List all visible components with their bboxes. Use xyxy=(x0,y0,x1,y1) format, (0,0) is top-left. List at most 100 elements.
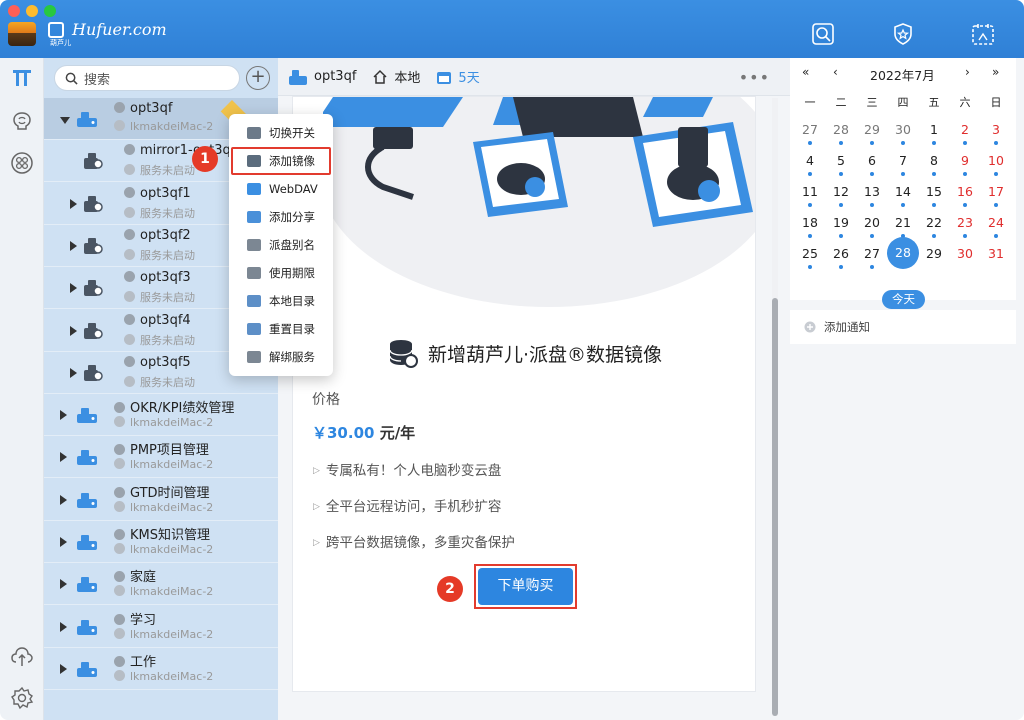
calendar-day[interactable]: 24 xyxy=(981,215,1011,230)
prev-year-button[interactable]: « xyxy=(802,65,809,79)
context-menu-item[interactable]: 添加分享 xyxy=(229,203,333,231)
expand-arrow-icon[interactable] xyxy=(60,452,67,463)
calendar-day[interactable]: 31 xyxy=(981,246,1011,261)
share-disk-icon xyxy=(84,153,103,170)
menu-item-icon xyxy=(247,155,261,167)
local-location[interactable]: 本地 xyxy=(372,67,420,86)
shield-star-icon[interactable] xyxy=(891,22,915,46)
expiry-days-label: 5天 xyxy=(458,71,480,86)
calendar-day[interactable]: 17 xyxy=(981,184,1011,199)
calendar-today-cell[interactable]: 28 xyxy=(887,237,919,269)
calendar-day[interactable]: 27 xyxy=(795,122,825,137)
next-month-button[interactable]: › xyxy=(965,65,970,79)
close-window-button[interactable] xyxy=(8,5,20,17)
tree-row[interactable]: PMP项目管理 lkmakdeiMac-2 xyxy=(44,436,278,479)
add-disk-button[interactable]: + xyxy=(246,66,270,90)
context-menu-item[interactable]: 解绑服务 xyxy=(229,343,333,371)
zoom-window-button[interactable] xyxy=(44,5,56,17)
expand-arrow-icon[interactable] xyxy=(70,240,77,251)
add-notice-button[interactable]: 添加通知 xyxy=(790,310,1016,344)
calendar-day[interactable]: 29 xyxy=(857,122,887,137)
calendar-day[interactable]: 26 xyxy=(826,246,856,261)
context-menu-item[interactable]: 重置目录 xyxy=(229,315,333,343)
tree-row[interactable]: 学习 lkmakdeiMac-2 xyxy=(44,606,278,648)
cloud-upload-icon[interactable] xyxy=(10,644,34,668)
more-menu-button[interactable]: ••• xyxy=(739,68,770,87)
calendar-day[interactable]: 18 xyxy=(795,215,825,230)
expand-arrow-icon[interactable] xyxy=(70,283,77,294)
calendar-day[interactable]: 30 xyxy=(950,246,980,261)
calendar-day[interactable]: 29 xyxy=(919,246,949,261)
next-year-button[interactable]: » xyxy=(992,65,999,79)
tree-row-name-text: opt3qf3 xyxy=(140,270,191,286)
calendar-day[interactable]: 19 xyxy=(826,215,856,230)
expand-arrow-icon[interactable] xyxy=(60,579,67,590)
calendar-day[interactable]: 15 xyxy=(919,184,949,199)
context-menu-item[interactable]: 使用期限 xyxy=(229,259,333,287)
calendar-day[interactable]: 30 xyxy=(888,122,918,137)
calendar-day[interactable]: 2 xyxy=(950,122,980,137)
tree-row[interactable]: 家庭 lkmakdeiMac-2 xyxy=(44,563,278,606)
apps-circle-icon[interactable] xyxy=(10,151,34,175)
calendar-day[interactable]: 28 xyxy=(826,122,856,137)
calendar-day[interactable]: 10 xyxy=(981,153,1011,168)
event-dot xyxy=(994,234,998,238)
expand-arrow-icon[interactable] xyxy=(60,663,67,674)
expand-arrow-icon[interactable] xyxy=(70,198,77,209)
prev-month-button[interactable]: ‹ xyxy=(833,65,838,79)
pan-disk-icon[interactable] xyxy=(10,66,34,90)
calendar-day[interactable]: 8 xyxy=(919,153,949,168)
calendar-day[interactable]: 12 xyxy=(826,184,856,199)
calendar-day[interactable]: 27 xyxy=(857,246,887,261)
calendar-day[interactable]: 3 xyxy=(981,122,1011,137)
collapse-arrow-icon[interactable] xyxy=(60,117,70,124)
calendar-day[interactable]: 20 xyxy=(857,215,887,230)
tree-row-sub-text: lkmakdeiMac-2 xyxy=(130,585,214,599)
calendar-day[interactable]: 9 xyxy=(950,153,980,168)
expand-arrow-icon[interactable] xyxy=(70,367,77,378)
expand-arrow-icon[interactable] xyxy=(60,621,67,632)
calendar-day[interactable]: 16 xyxy=(950,184,980,199)
calendar-day[interactable]: 11 xyxy=(795,184,825,199)
calendar-day[interactable]: 21 xyxy=(888,215,918,230)
context-menu-item[interactable]: 添加镜像 xyxy=(231,147,331,175)
scrollbar-thumb[interactable] xyxy=(772,298,778,716)
brain-icon[interactable] xyxy=(10,109,34,133)
calendar-icon[interactable] xyxy=(971,22,995,46)
calendar-day[interactable]: 7 xyxy=(888,153,918,168)
expand-arrow-icon[interactable] xyxy=(60,537,67,547)
event-dot xyxy=(932,141,936,145)
context-menu-item[interactable]: 本地目录 xyxy=(229,287,333,315)
disk-icon xyxy=(77,619,97,635)
calendar-day[interactable]: 4 xyxy=(795,153,825,168)
expand-arrow-icon[interactable] xyxy=(70,325,77,336)
current-disk[interactable]: opt3qf xyxy=(288,68,356,86)
expand-arrow-icon[interactable] xyxy=(60,494,67,505)
search-input[interactable]: 搜索 xyxy=(54,65,240,91)
tree-row[interactable]: KMS知识管理 lkmakdeiMac-2 xyxy=(44,521,278,563)
minimize-window-button[interactable] xyxy=(26,5,38,17)
expiry-days[interactable]: 5天 xyxy=(436,67,480,86)
calendar-day[interactable]: 14 xyxy=(888,184,918,199)
tree-row[interactable]: GTD时间管理 lkmakdeiMac-2 xyxy=(44,479,278,521)
tree-row[interactable]: 工作 lkmakdeiMac-2 xyxy=(44,648,278,690)
calendar-day[interactable]: 13 xyxy=(857,184,887,199)
calendar-day[interactable]: 1 xyxy=(919,122,949,137)
tree-row[interactable]: OKR/KPI绩效管理 lkmakdeiMac-2 xyxy=(44,394,278,437)
calendar-day[interactable]: 5 xyxy=(826,153,856,168)
calendar-day[interactable]: 25 xyxy=(795,246,825,261)
context-menu-item[interactable]: 切换开关 xyxy=(229,119,333,147)
tree-row-sub: 服务未启动 xyxy=(124,289,195,305)
expand-arrow-icon[interactable] xyxy=(60,410,67,421)
calendar-day[interactable]: 6 xyxy=(857,153,887,168)
today-button[interactable]: 今天 xyxy=(882,290,925,309)
left-nav-bar xyxy=(0,58,44,720)
buy-button[interactable]: 下单购买 xyxy=(478,568,573,605)
context-menu-item[interactable]: WebDAV xyxy=(229,175,333,203)
calendar-day[interactable]: 23 xyxy=(950,215,980,230)
menu-item-icon xyxy=(247,127,261,139)
context-menu-item[interactable]: 派盘别名 xyxy=(229,231,333,259)
settings-gear-icon[interactable] xyxy=(10,686,34,710)
calendar-day[interactable]: 22 xyxy=(919,215,949,230)
search-disk-icon[interactable] xyxy=(811,22,835,46)
